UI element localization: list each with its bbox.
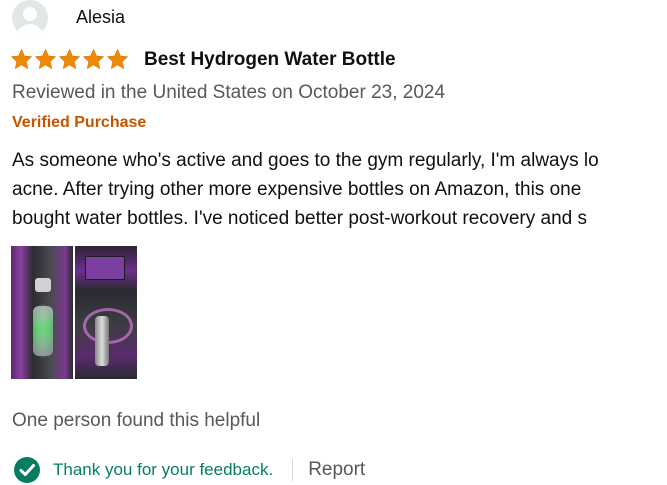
star-icon bbox=[58, 48, 81, 70]
reviewer-profile[interactable]: Alesia bbox=[12, 0, 125, 40]
star-icon bbox=[34, 48, 57, 70]
review-image-thumbnail[interactable] bbox=[11, 246, 73, 379]
review-body-line: acne. After trying other more expensive … bbox=[12, 179, 582, 200]
review-title[interactable]: Best Hydrogen Water Bottle bbox=[144, 49, 396, 71]
star-icon bbox=[10, 48, 33, 70]
star-icon bbox=[82, 48, 105, 70]
helpful-count: One person found this helpful bbox=[12, 410, 261, 431]
review-title-row: Best Hydrogen Water Bottle bbox=[10, 48, 396, 71]
report-link[interactable]: Report bbox=[308, 459, 365, 481]
review-images bbox=[11, 246, 137, 379]
feedback-confirmation: Thank you for your feedback. bbox=[53, 460, 274, 479]
check-circle-icon bbox=[14, 457, 40, 483]
feedback-row: Thank you for your feedback. Report bbox=[13, 456, 365, 484]
user-avatar-icon bbox=[12, 0, 48, 36]
review-body-line: As someone who's active and goes to the … bbox=[12, 150, 599, 171]
star-rating[interactable] bbox=[10, 48, 129, 71]
star-icon bbox=[106, 48, 129, 70]
divider bbox=[292, 459, 294, 481]
review-body-line: bought water bottles. I've noticed bette… bbox=[12, 208, 587, 229]
reviewer-name[interactable]: Alesia bbox=[76, 7, 125, 28]
verified-purchase-badge[interactable]: Verified Purchase bbox=[12, 114, 146, 132]
review-date: Reviewed in the United States on October… bbox=[12, 82, 446, 103]
review-body: As someone who's active and goes to the … bbox=[12, 146, 667, 233]
review-image-thumbnail[interactable] bbox=[75, 246, 137, 379]
